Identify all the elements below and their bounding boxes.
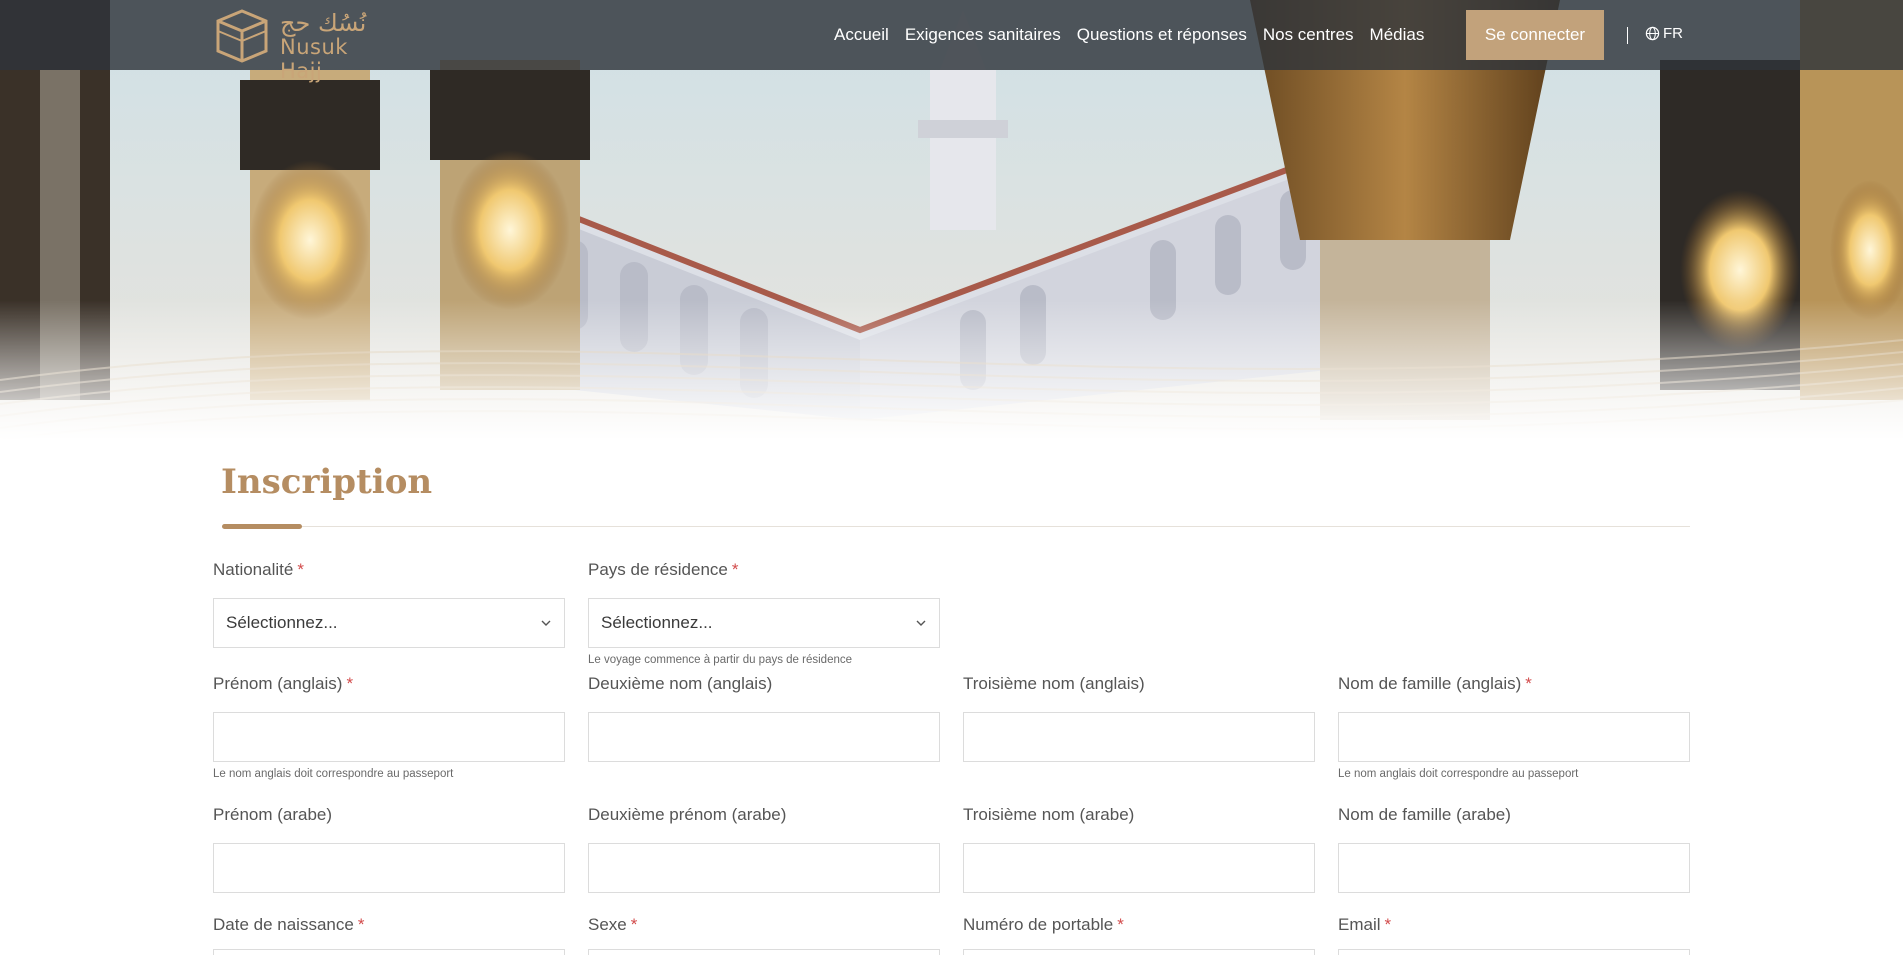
- second-name-en-field: Deuxième nom (anglais): [588, 674, 940, 762]
- last-name-en-field: Nom de famille (anglais) * Le nom anglais…: [1338, 674, 1690, 780]
- required-marker: *: [346, 674, 354, 693]
- residence-select[interactable]: Sélectionnez...: [588, 598, 940, 648]
- first-name-ar-input[interactable]: [213, 843, 565, 893]
- kaaba-logo-icon: [216, 9, 268, 63]
- first-name-ar-field: Prénom (arabe): [213, 805, 565, 893]
- nationality-label: Nationalité: [213, 560, 294, 579]
- required-marker: *: [630, 915, 638, 934]
- third-name-en-input[interactable]: [963, 712, 1315, 762]
- page-title: Inscription: [221, 462, 433, 502]
- top-navbar: نُسُك حج Nusuk Hajj Accueil Exigences sa…: [0, 0, 1903, 83]
- first-name-ar-label: Prénom (arabe): [213, 805, 333, 824]
- nationality-select-value: Sélectionnez...: [226, 613, 338, 632]
- nav-item-nos-centres[interactable]: Nos centres: [1263, 25, 1354, 45]
- first-name-en-label: Prénom (anglais): [213, 674, 343, 693]
- chevron-down-icon: [916, 620, 926, 626]
- last-name-en-input[interactable]: [1338, 712, 1690, 762]
- residence-field: Pays de résidence * Sélectionnez... Le vo…: [588, 560, 940, 666]
- required-marker: *: [297, 560, 304, 579]
- required-marker: *: [357, 915, 365, 934]
- email-label: Email: [1338, 915, 1381, 934]
- birth-date-field: Date de naissance *: [213, 915, 565, 955]
- nav-item-questions-reponses[interactable]: Questions et réponses: [1077, 25, 1247, 45]
- mobile-field: Numéro de portable *: [963, 915, 1315, 955]
- language-label: FR: [1663, 25, 1683, 42]
- third-name-ar-field: Troisième nom (arabe): [963, 805, 1315, 893]
- logo-arabic-text: نُسُك حج: [280, 9, 367, 37]
- third-name-en-field: Troisième nom (anglais): [963, 674, 1315, 762]
- second-name-ar-field: Deuxième prénom (arabe): [588, 805, 940, 893]
- third-name-en-label: Troisième nom (anglais): [963, 674, 1145, 693]
- third-name-ar-input[interactable]: [963, 843, 1315, 893]
- nav-divider: [1627, 27, 1628, 44]
- gender-input[interactable]: [588, 949, 940, 955]
- email-input[interactable]: [1338, 949, 1690, 955]
- globe-icon: [1645, 26, 1660, 41]
- birth-date-input[interactable]: [213, 949, 565, 955]
- login-button[interactable]: Se connecter: [1466, 10, 1604, 60]
- nav-item-medias[interactable]: Médias: [1370, 25, 1425, 45]
- mobile-input[interactable]: [963, 949, 1315, 955]
- nav-item-exigences-sanitaires[interactable]: Exigences sanitaires: [905, 25, 1061, 45]
- first-name-en-field: Prénom (anglais) * Le nom anglais doit co…: [213, 674, 565, 780]
- required-marker: *: [1525, 674, 1532, 693]
- first-name-en-input[interactable]: [213, 712, 565, 762]
- last-name-en-label: Nom de famille (anglais): [1338, 674, 1522, 693]
- required-marker: *: [731, 560, 739, 579]
- gender-label: Sexe: [588, 915, 627, 934]
- second-name-ar-input[interactable]: [588, 843, 940, 893]
- residence-label: Pays de résidence: [588, 560, 728, 579]
- last-name-ar-input[interactable]: [1338, 843, 1690, 893]
- birth-date-label: Date de naissance: [213, 915, 354, 934]
- mobile-label: Numéro de portable: [963, 915, 1114, 934]
- title-divider: [222, 526, 1690, 527]
- gender-field: Sexe *: [588, 915, 940, 955]
- required-marker: *: [1384, 915, 1392, 934]
- residence-hint: Le voyage commence à partir du pays de r…: [588, 654, 853, 666]
- email-field: Email *: [1338, 915, 1690, 955]
- last-name-en-hint: Le nom anglais doit correspondre au pass…: [1338, 768, 1579, 780]
- logo-english-text: Nusuk Hajj: [280, 35, 348, 83]
- nusuk-hajj-logo[interactable]: نُسُك حج Nusuk Hajj: [212, 7, 392, 83]
- last-name-ar-label: Nom de famille (arabe): [1338, 805, 1511, 824]
- nationality-select[interactable]: Sélectionnez...: [213, 598, 565, 648]
- second-name-en-label: Deuxième nom (anglais): [588, 674, 773, 693]
- last-name-ar-field: Nom de famille (arabe): [1338, 805, 1690, 893]
- residence-select-value: Sélectionnez...: [601, 613, 713, 632]
- language-switcher[interactable]: FR: [1645, 25, 1683, 42]
- second-name-ar-label: Deuxième prénom (arabe): [588, 805, 787, 824]
- nationality-field: Nationalité * Sélectionnez...: [213, 560, 565, 648]
- chevron-down-icon: [541, 620, 551, 626]
- required-marker: *: [1117, 915, 1124, 934]
- third-name-ar-label: Troisième nom (arabe): [963, 805, 1135, 824]
- nav-item-accueil[interactable]: Accueil: [834, 25, 889, 45]
- title-accent-bar: [222, 524, 302, 529]
- second-name-en-input[interactable]: [588, 712, 940, 762]
- first-name-en-hint: Le nom anglais doit correspondre au pass…: [213, 768, 454, 780]
- main-nav: Accueil Exigences sanitaires Questions e…: [834, 0, 1440, 70]
